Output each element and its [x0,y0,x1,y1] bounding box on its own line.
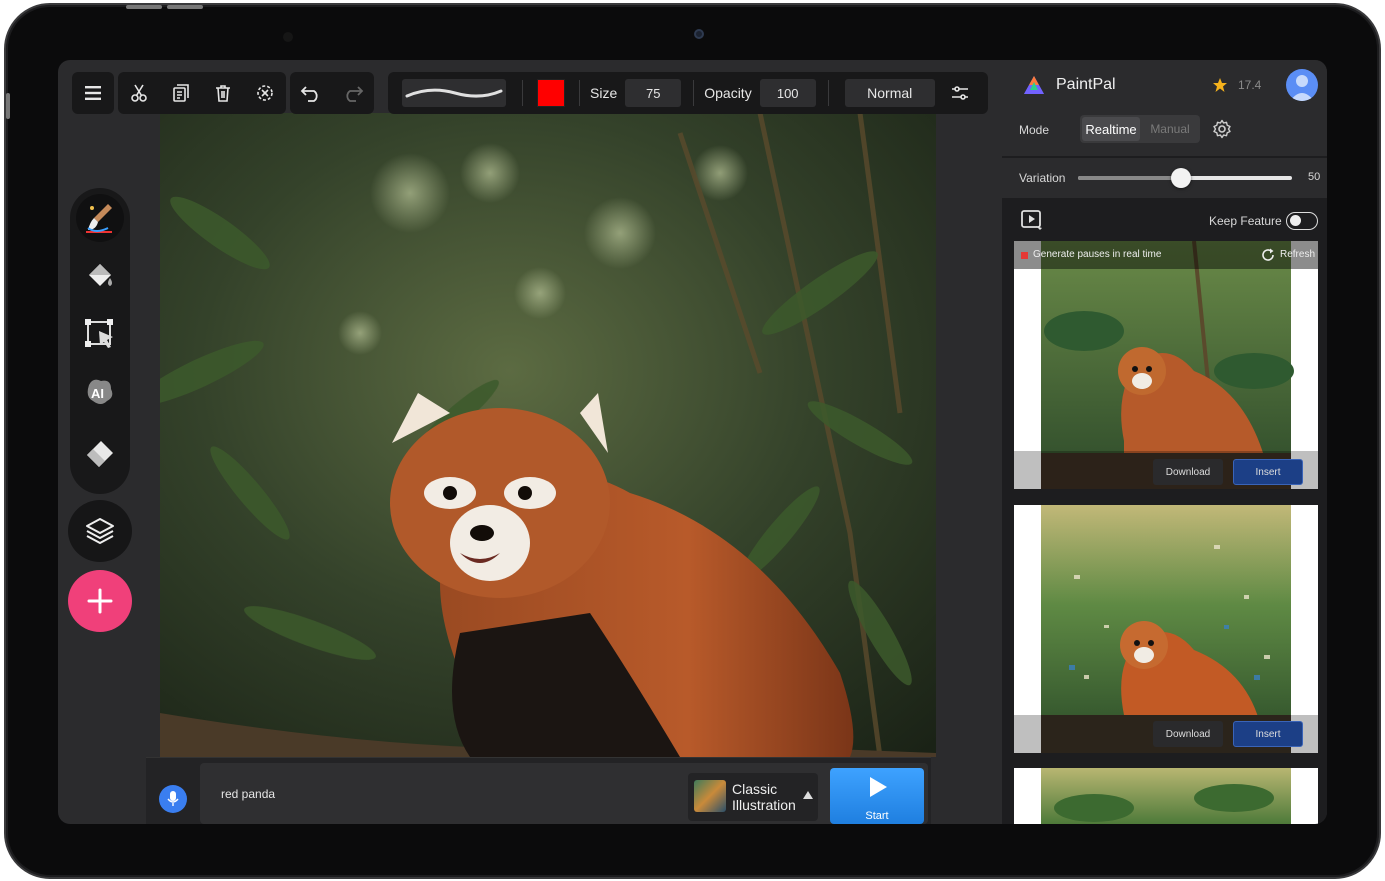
transform-select-tool[interactable] [76,310,124,358]
mode-toggle: Realtime Manual [1080,115,1200,143]
result-image [1014,505,1318,753]
download-button[interactable]: Download [1153,459,1223,485]
download-button[interactable]: Download [1153,721,1223,747]
keep-feature-toggle[interactable] [1286,212,1318,230]
prompt-text: red panda [221,787,276,801]
volume-button [126,5,162,9]
undo-icon[interactable] [290,72,332,114]
gear-icon[interactable] [1212,119,1232,139]
sensor [283,32,293,42]
front-camera [694,29,704,39]
style-selector[interactable]: Classic Illustration [688,773,818,821]
star-icon [1213,78,1227,92]
brush-color-swatch[interactable] [537,79,565,107]
volume-button-2 [167,5,203,9]
refresh-label[interactable]: Refresh [1280,249,1315,260]
refresh-icon[interactable] [1261,248,1275,262]
divider [579,80,580,106]
drawing-canvas[interactable] [160,113,936,757]
mode-label: Mode [1019,123,1050,137]
plus-icon [87,588,113,614]
svg-text:AI: AI [91,386,104,401]
credits-value: 17.4 [1238,78,1262,92]
divider [693,80,695,106]
divider [522,80,523,106]
panel-header: PaintPal 17.4 Mode Realtime Manual [1002,60,1327,156]
blend-mode-select[interactable]: Normal [844,79,935,107]
variation-row: Variation 50 [1002,158,1327,198]
insert-button[interactable]: Insert [1233,459,1303,485]
insert-button[interactable]: Insert [1233,721,1303,747]
app-name: PaintPal [1056,76,1116,93]
opacity-label: Opacity [704,85,752,101]
paintpal-logo-icon [1024,76,1044,94]
microphone-button[interactable] [159,785,187,813]
right-panel: PaintPal 17.4 Mode Realtime Manual Varia… [1002,60,1327,824]
toggle-knob [1290,215,1301,226]
variation-value: 50 [1308,171,1321,183]
result-image [1014,241,1318,489]
style-name-line2: Illustration [732,797,796,813]
microphone-icon [167,791,179,806]
menu-icon[interactable] [72,72,114,114]
result-card[interactable]: Download Insert [1014,505,1318,753]
start-button[interactable]: Start [830,768,924,824]
eraser-tool[interactable] [76,428,124,476]
variation-slider[interactable] [1078,168,1292,188]
status-dot [1021,252,1028,259]
status-overlay: Generate pauses in real time Refresh [1014,241,1318,269]
caret-up-icon [803,791,813,799]
video-play-icon[interactable] [1020,209,1046,231]
variation-label: Variation [1019,171,1066,185]
variation-slider-fill [1078,176,1181,180]
mode-manual-option[interactable]: Manual [1142,117,1198,141]
brush-settings-icon[interactable] [939,72,981,114]
size-label: Size [590,85,618,101]
tool-rail: AI [70,188,130,494]
size-input[interactable]: 75 [625,79,682,107]
results-header: Keep Feature [1002,200,1327,238]
style-thumbnail [694,780,726,812]
user-icon [1290,75,1314,101]
result-card[interactable]: Generate pauses in real time Refresh Dow… [1014,241,1318,489]
toolbar-edit-group [118,72,286,114]
style-name-line1: Classic [732,781,778,797]
opacity-input[interactable]: 100 [759,79,816,107]
paint-bucket-tool[interactable] [76,252,124,300]
power-button [6,93,10,119]
clear-selection-icon[interactable] [244,72,286,114]
start-label: Start [865,810,889,822]
layers-button[interactable] [68,500,132,562]
layers-icon [86,518,114,544]
divider [827,80,829,106]
keep-feature-label: Keep Feature [1209,214,1282,228]
redo-icon[interactable] [332,72,374,114]
variation-slider-thumb[interactable] [1170,168,1191,188]
toolbar-brush-group: Size 75 Opacity 100 Normal [388,72,988,114]
mode-realtime-option[interactable]: Realtime [1082,117,1140,141]
scissors-icon[interactable] [118,72,160,114]
avatar[interactable] [1286,69,1318,101]
toolbar-menu-group [72,72,114,114]
copy-icon[interactable] [160,72,202,114]
trash-icon[interactable] [202,72,244,114]
prompt-input[interactable]: red panda [200,763,928,824]
add-button[interactable] [68,570,132,632]
ai-tool[interactable]: AI [76,368,124,416]
result-card[interactable] [1014,768,1318,824]
toolbar-history-group [290,72,374,114]
status-text: Generate pauses in real time [1033,249,1162,260]
brush-stroke-preview[interactable] [402,79,506,107]
play-icon [870,777,887,797]
app-screen: Size 75 Opacity 100 Normal AI red panda … [58,60,1327,824]
result-image [1041,768,1291,824]
paint-brush-tool[interactable] [76,194,124,242]
